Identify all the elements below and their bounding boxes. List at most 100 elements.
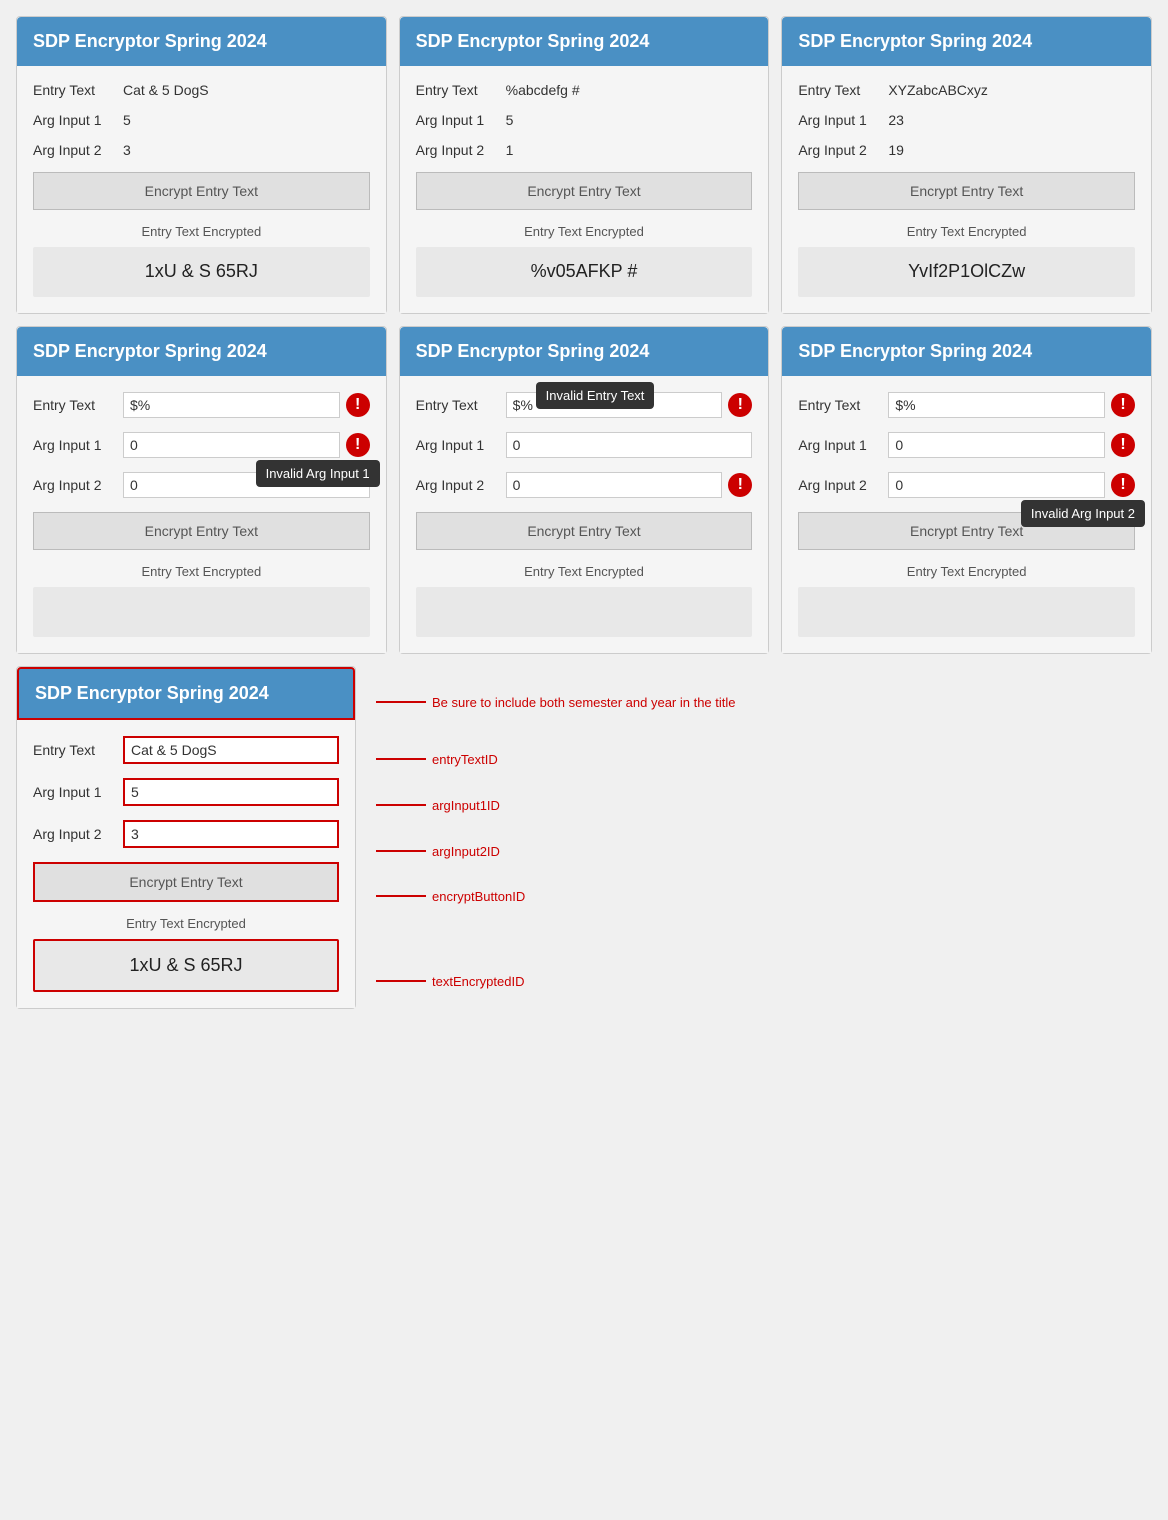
error-icon-entry: ! [346, 393, 370, 417]
ann-arg1-input[interactable] [123, 778, 339, 806]
encrypt-button[interactable]: Encrypt Entry Text [798, 172, 1135, 210]
arg1-label: Arg Input 1 [416, 112, 506, 128]
arg1-label: Arg Input 1 [416, 437, 506, 453]
arg2-label: Arg Input 2 [416, 142, 506, 158]
annotation-header: Be sure to include both semester and yea… [376, 676, 736, 728]
card-body: Entry Text %abcdefg # Arg Input 1 5 Arg … [400, 66, 769, 313]
result-label: Entry Text Encrypted [416, 224, 753, 239]
entry-text-row: Entry Text %abcdefg # [416, 82, 753, 98]
encrypt-button[interactable]: Encrypt Entry Text [33, 512, 370, 550]
arg1-input[interactable] [506, 432, 753, 458]
entry-text-label: Entry Text [33, 82, 123, 98]
result-label: Entry Text Encrypted [798, 564, 1135, 579]
arg2-input[interactable] [506, 472, 723, 498]
row2-grid: SDP Encryptor Spring 2024 Entry Text ! A… [16, 326, 1152, 654]
entry-text-row: Entry Text ! [798, 392, 1135, 418]
entry-text-value: XYZabcABCxyz [888, 82, 1135, 98]
result-value: YvIf2P1OlCZw [798, 247, 1135, 297]
result-label: Entry Text Encrypted [33, 564, 370, 579]
arg2-label: Arg Input 2 [798, 477, 888, 493]
entry-text-label: Entry Text [416, 82, 506, 98]
arg1-row: Arg Input 1 [416, 432, 753, 458]
ann-arg2-row: Arg Input 2 [33, 820, 339, 848]
card-header: SDP Encryptor Spring 2024 [17, 17, 386, 66]
entry-text-row: Entry Text Cat & 5 DogS [33, 82, 370, 98]
entry-text-input[interactable] [888, 392, 1105, 418]
card-header: SDP Encryptor Spring 2024 [400, 17, 769, 66]
ann-arg2-input[interactable] [123, 820, 339, 848]
ann-arrow-result [376, 980, 426, 982]
arg2-row: Arg Input 2 19 [798, 142, 1135, 158]
card-row2-col2: SDP Encryptor Spring 2024 Entry Text ! I… [399, 326, 770, 654]
annotation-arg2: argInput2ID [376, 828, 736, 874]
entry-text-value: %abcdefg # [506, 82, 753, 98]
card-row1-col2: SDP Encryptor Spring 2024 Entry Text %ab… [399, 16, 770, 314]
encrypt-button[interactable]: Encrypt Entry Text [33, 172, 370, 210]
entry-text-label: Entry Text [798, 397, 888, 413]
arg2-row: Arg Input 2 3 [33, 142, 370, 158]
card-body: Entry Text ! Invalid Entry Text Arg Inpu… [400, 376, 769, 653]
ann-arrow-header [376, 701, 426, 703]
arg1-row: Arg Input 1 5 [33, 112, 370, 128]
ann-arg1-row: Arg Input 1 [33, 778, 339, 806]
result-value [416, 587, 753, 637]
ann-text-header: Be sure to include both semester and yea… [432, 695, 736, 710]
entry-text-value: Cat & 5 DogS [123, 82, 370, 98]
arg2-row: Arg Input 2 ! Invalid Arg Input 2 [798, 472, 1135, 498]
result-label: Entry Text Encrypted [798, 224, 1135, 239]
invalid-entry-tooltip: Invalid Entry Text [536, 382, 655, 409]
card-header: SDP Encryptor Spring 2024 [17, 327, 386, 376]
ann-text-entry: entryTextID [432, 752, 498, 767]
arg2-label: Arg Input 2 [798, 142, 888, 158]
error-icon-arg1: ! [1111, 433, 1135, 457]
arg2-label: Arg Input 2 [33, 142, 123, 158]
result-value: 1xU & S 65RJ [33, 247, 370, 297]
annotated-header: SDP Encryptor Spring 2024 [17, 667, 355, 720]
arg1-row: Arg Input 1 ! Invalid Arg Input 1 [33, 432, 370, 458]
arg1-input[interactable] [123, 432, 340, 458]
card-row2-col3: SDP Encryptor Spring 2024 Entry Text ! A… [781, 326, 1152, 654]
card-row1-col3: SDP Encryptor Spring 2024 Entry Text XYZ… [781, 16, 1152, 314]
entry-text-row: Entry Text ! Invalid Entry Text [416, 392, 753, 418]
arg1-input[interactable] [888, 432, 1105, 458]
ann-text-arg1: argInput1ID [432, 798, 500, 813]
arg2-value: 3 [123, 142, 370, 158]
arg1-value: 5 [506, 112, 753, 128]
card-body: Entry Text Cat & 5 DogS Arg Input 1 5 Ar… [17, 66, 386, 313]
ann-arrow-entry [376, 758, 426, 760]
arg2-input[interactable] [888, 472, 1105, 498]
error-icon-entry: ! [728, 393, 752, 417]
error-icon-arg2: ! [728, 473, 752, 497]
ann-encrypt-button[interactable]: Encrypt Entry Text [33, 862, 339, 902]
arg1-row: Arg Input 1 5 [416, 112, 753, 128]
arg1-row: Arg Input 1 ! [798, 432, 1135, 458]
result-label: Entry Text Encrypted [33, 224, 370, 239]
arg1-label: Arg Input 1 [33, 437, 123, 453]
arg2-value: 1 [506, 142, 753, 158]
entry-text-row: Entry Text XYZabcABCxyz [798, 82, 1135, 98]
ann-arrow-arg2 [376, 850, 426, 852]
ann-spacer [376, 918, 736, 946]
entry-text-label: Entry Text [798, 82, 888, 98]
invalid-arg2-tooltip: Invalid Arg Input 2 [1021, 500, 1145, 527]
arg1-row: Arg Input 1 23 [798, 112, 1135, 128]
arg2-value: 19 [888, 142, 1135, 158]
encrypt-button[interactable]: Encrypt Entry Text [416, 512, 753, 550]
annotation-result: textEncryptedID [376, 956, 736, 1006]
card-header: SDP Encryptor Spring 2024 [782, 17, 1151, 66]
entry-text-input[interactable] [123, 392, 340, 418]
ann-entry-label: Entry Text [33, 742, 123, 758]
ann-text-arg2: argInput2ID [432, 844, 500, 859]
ann-entry-input[interactable] [123, 736, 339, 764]
bottom-section: SDP Encryptor Spring 2024 Entry Text Arg… [16, 666, 1152, 1009]
error-icon-arg1: ! [346, 433, 370, 457]
error-icon-entry: ! [1111, 393, 1135, 417]
arg2-row: Arg Input 2 1 [416, 142, 753, 158]
ann-text-result: textEncryptedID [432, 974, 525, 989]
encrypt-button[interactable]: Encrypt Entry Text [416, 172, 753, 210]
ann-text-btn: encryptButtonID [432, 889, 525, 904]
entry-text-label: Entry Text [33, 397, 123, 413]
result-label: Entry Text Encrypted [416, 564, 753, 579]
entry-text-label: Entry Text [416, 397, 506, 413]
ann-arrow-arg1 [376, 804, 426, 806]
